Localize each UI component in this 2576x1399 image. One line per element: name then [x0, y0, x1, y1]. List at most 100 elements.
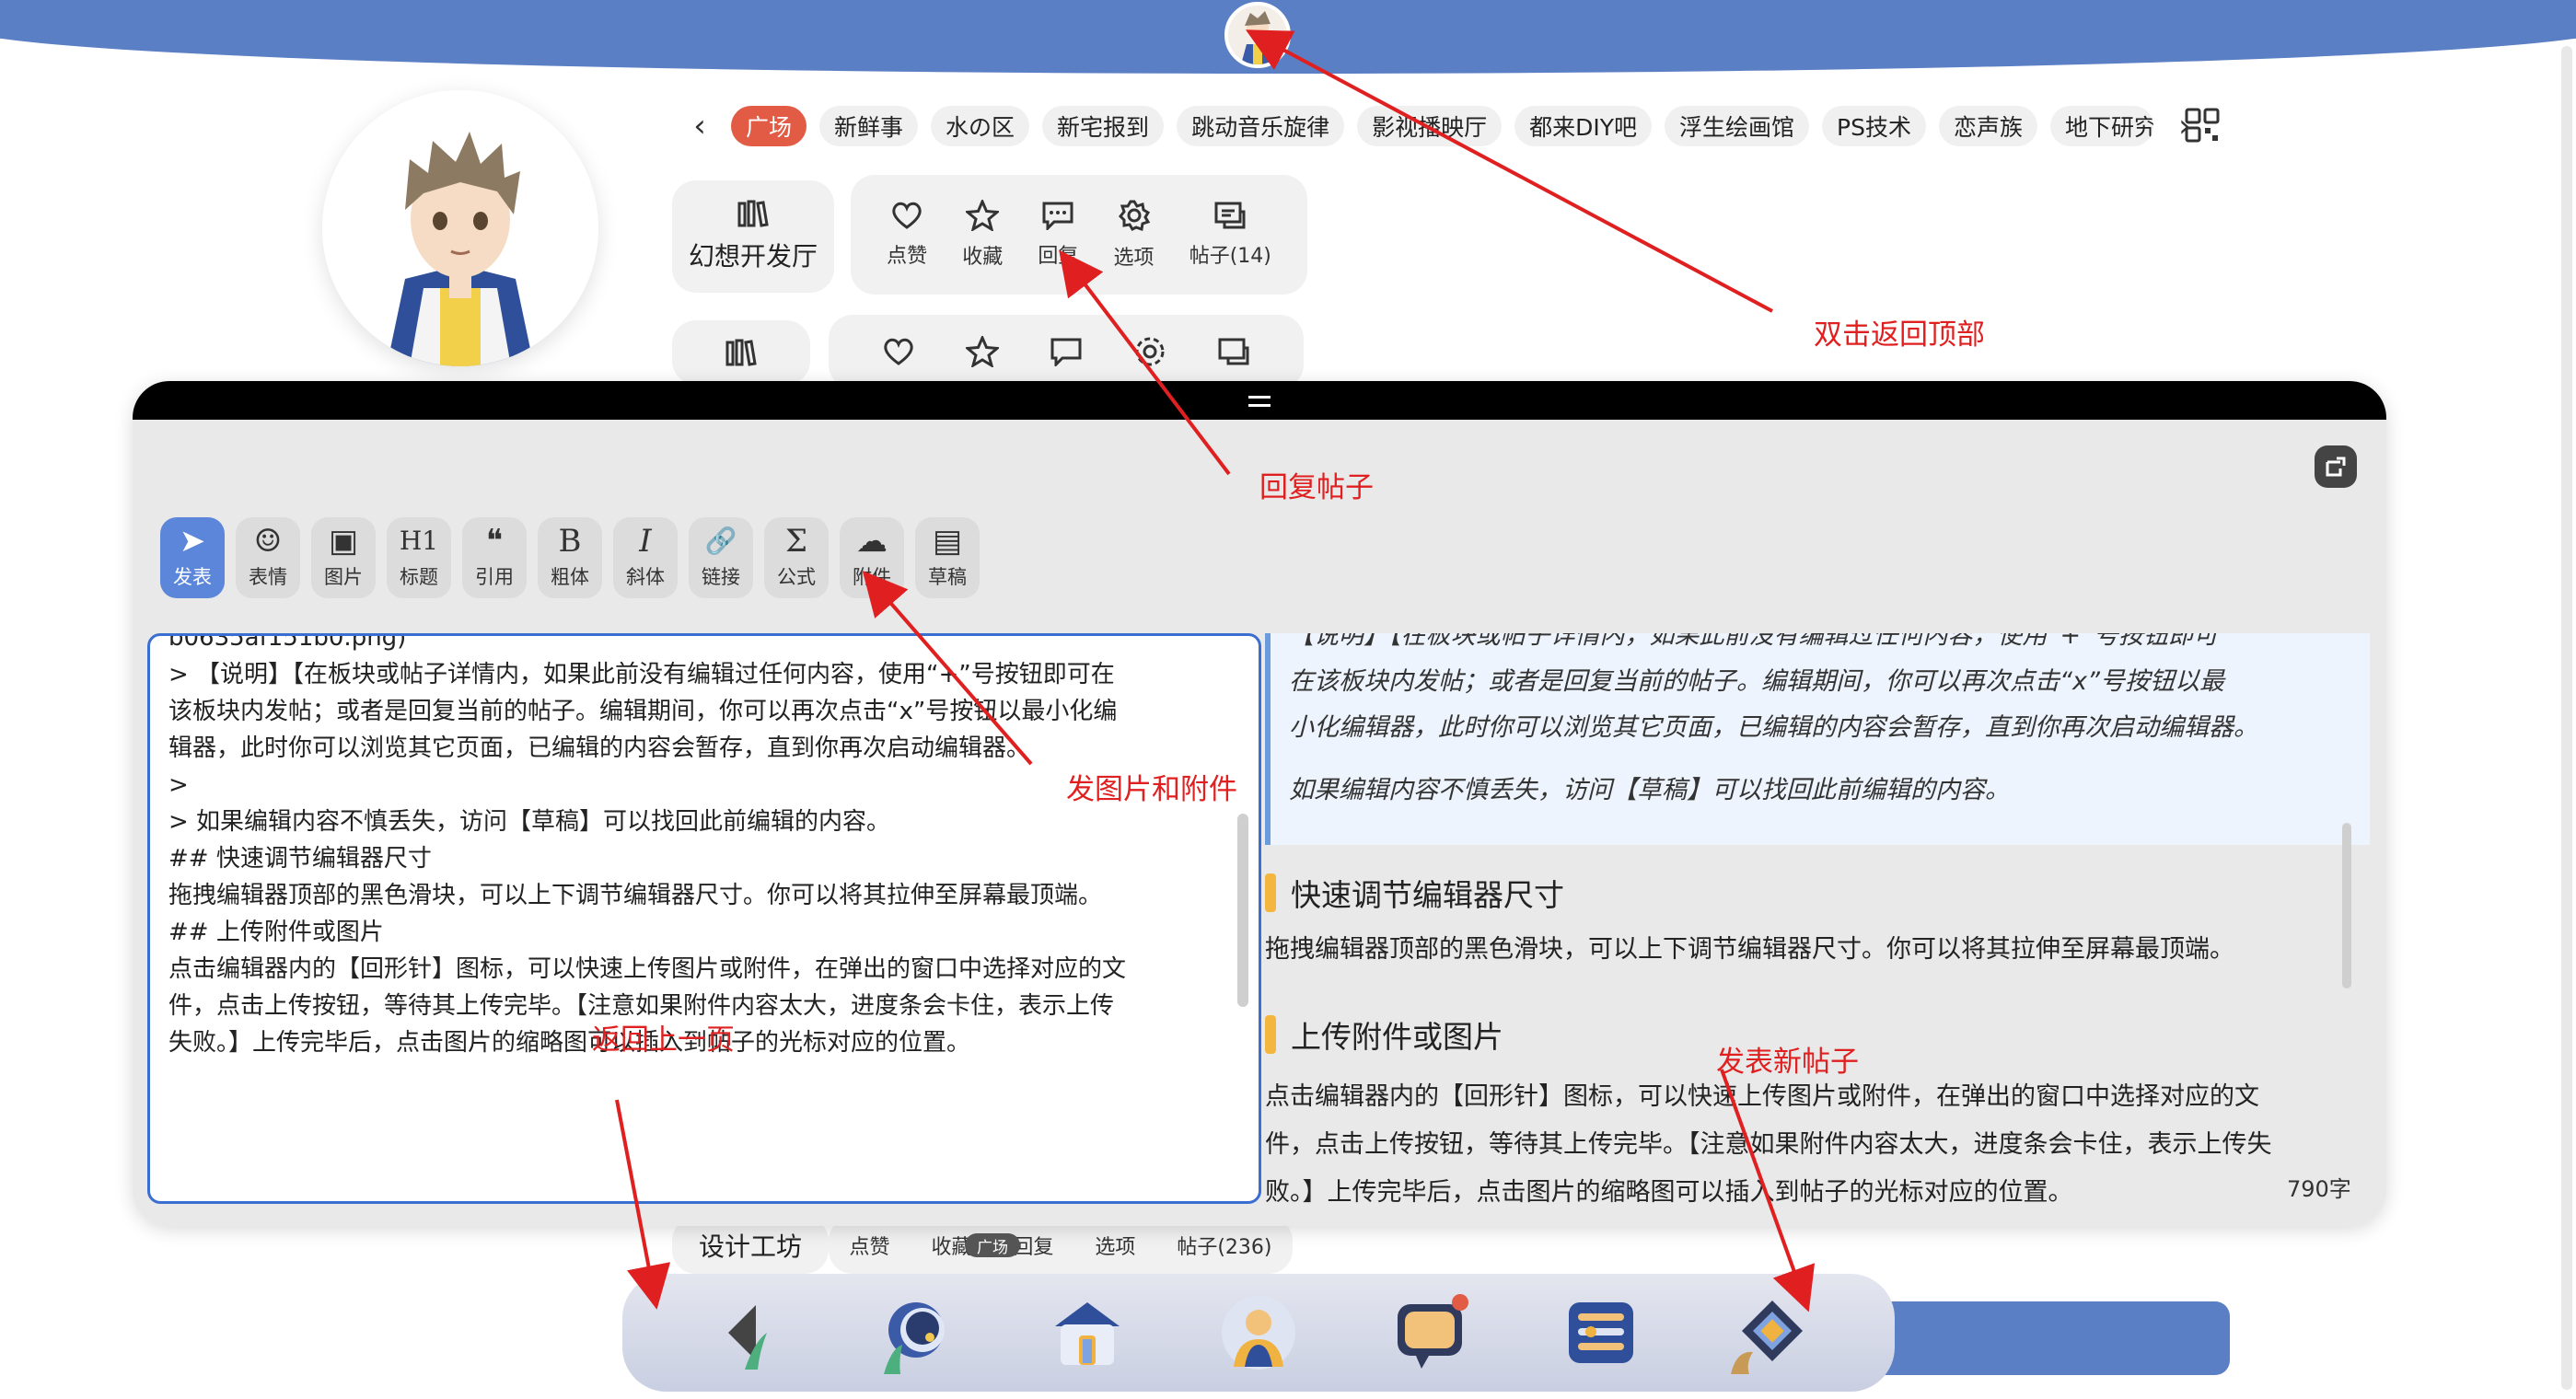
drafts-button[interactable]: ▤ 草稿 — [915, 517, 980, 598]
heading-button[interactable]: H1 标题 — [387, 517, 451, 598]
publish-button[interactable]: ➤ 发表 — [160, 517, 225, 598]
image-label: 图片 — [324, 566, 363, 588]
drafts-label: 草稿 — [928, 566, 967, 588]
preview-scrollbar[interactable] — [2342, 823, 2351, 989]
tab-diy[interactable]: 都来DIY吧 — [1514, 106, 1652, 146]
preview-heading: 上传附件或图片 — [1265, 1012, 1503, 1057]
options-button[interactable]: 选项 — [1114, 199, 1155, 271]
heart-icon[interactable] — [882, 337, 915, 366]
favorite-button[interactable]: 收藏 — [962, 200, 1003, 270]
emoji-icon: ☺ — [253, 523, 283, 560]
quote-button[interactable]: ❝ 引用 — [462, 517, 527, 598]
chat-icon — [1398, 1294, 1468, 1369]
formula-label: 公式 — [777, 566, 816, 588]
annotation-new-post: 发表新帖子 — [1716, 1046, 1859, 1079]
like-button[interactable]: 点赞 — [887, 201, 927, 269]
library-icon — [737, 200, 769, 227]
annotation-reply-post: 回复帖子 — [1259, 471, 1374, 504]
user-avatar[interactable] — [322, 90, 598, 366]
tab-film[interactable]: 影视播映厅 — [1357, 106, 1503, 146]
tabs-prev-button[interactable]: ‹ — [681, 106, 718, 146]
posts-button[interactable]: 帖子(14) — [1189, 201, 1271, 269]
bottom-dock — [622, 1274, 1895, 1392]
editor-line: ## 快速调节编辑器尺寸 — [168, 845, 432, 873]
comment-icon — [1042, 202, 1073, 230]
board-card[interactable] — [672, 320, 810, 385]
preview-blockquote: 【说明】【在板块或帖子详情内，如果此前没有编辑过任何内容，使用“+”号按钮即可 … — [1265, 633, 2370, 845]
preview-heading: 快速调节编辑器尺寸 — [1265, 871, 1564, 915]
publish-label: 发表 — [173, 566, 212, 588]
markdown-editor-input[interactable]: b0635af151b0.png) > 【说明】【在板块或帖子详情内，如果此前没… — [147, 633, 1261, 1204]
editor-scrollbar[interactable] — [1237, 814, 1248, 1007]
options-label[interactable]: 选项 — [1095, 1231, 1135, 1260]
header-avatar[interactable] — [1224, 2, 1291, 68]
quote-line: 在该板块内发帖；或者是回复当前的帖子。编辑期间，你可以再次点击“x”号按钮以最 — [1289, 667, 2224, 696]
attachment-button[interactable]: ☁ 附件 — [840, 517, 904, 598]
home-icon — [1055, 1302, 1120, 1365]
annotation-go-back: 返回上一页 — [592, 1023, 735, 1057]
tab-underground[interactable]: 地下研究 — [2049, 106, 2153, 146]
settings-button[interactable] — [1557, 1289, 1645, 1377]
heading-bar — [1265, 873, 1276, 912]
avatar-character-icon — [322, 90, 598, 366]
formula-button[interactable]: Σ 公式 — [764, 517, 829, 598]
minimize-editor-button[interactable] — [2315, 445, 2357, 488]
tab-painting[interactable]: 浮生绘画馆 — [1665, 106, 1810, 146]
emoji-button[interactable]: ☺ 表情 — [236, 517, 300, 598]
posts-label: 帖子(14) — [1189, 245, 1271, 268]
link-button[interactable]: 🔗 链接 — [689, 517, 753, 598]
quote-line: 小化编辑器，此时你可以浏览其它页面，已编辑的内容会暂存，直到你再次启动编辑器。 — [1289, 713, 2258, 742]
options-label: 选项 — [1113, 247, 1155, 270]
cloud-upload-icon: ☁ — [856, 523, 888, 560]
grid-menu-icon[interactable] — [2184, 107, 2221, 144]
posts-icon[interactable] — [1217, 337, 1250, 366]
quote-icon: ❝ — [485, 523, 504, 560]
board-actions — [829, 315, 1304, 388]
messages-button[interactable] — [1386, 1289, 1474, 1377]
annotation-attachments: 发图片和附件 — [1066, 773, 1237, 806]
emoji-label: 表情 — [249, 566, 287, 588]
compose-post-button[interactable] — [1728, 1289, 1816, 1377]
tab-ps[interactable]: PS技术 — [1822, 106, 1926, 146]
italic-label: 斜体 — [626, 566, 665, 588]
back-button[interactable] — [701, 1289, 789, 1377]
bold-button[interactable]: B 粗体 — [538, 517, 602, 598]
editor-line: 点击编辑器内的【回形针】图标，可以快速上传图片或附件，在弹出的窗口中选择对应的文 — [168, 955, 1127, 983]
board-card[interactable]: 幻想开发厅 — [672, 180, 834, 293]
dock-tooltip: 广场 — [965, 1233, 1020, 1257]
profile-button[interactable] — [1214, 1289, 1303, 1377]
italic-button[interactable]: I 斜体 — [613, 517, 678, 598]
page-scrollbar[interactable] — [2561, 46, 2572, 1390]
markdown-preview: 【说明】【在板块或帖子详情内，如果此前没有编辑过任何内容，使用“+”号按钮即可 … — [1265, 633, 2370, 1204]
tab-voice[interactable]: 恋声族 — [1938, 106, 2037, 146]
avatar-character-icon — [1241, 11, 1274, 64]
settings-icon — [1569, 1302, 1633, 1363]
quote-line: 【说明】【在板块或帖子详情内，如果此前没有编辑过任何内容，使用“+”号按钮即可 — [1289, 633, 2219, 650]
star-icon — [966, 200, 1000, 231]
tab-plaza[interactable]: 广场 — [731, 106, 807, 146]
like-label: 点赞 — [887, 245, 928, 268]
drag-handle-icon[interactable] — [1248, 396, 1271, 407]
like-label[interactable]: 点赞 — [849, 1231, 889, 1260]
home-button[interactable] — [1043, 1289, 1131, 1377]
planet-button[interactable] — [872, 1289, 960, 1377]
posts-label[interactable]: 帖子(236) — [1177, 1231, 1271, 1260]
gear-icon[interactable] — [1133, 335, 1166, 368]
editor-line: > 【说明】【在板块或帖子详情内，如果此前没有编辑过任何内容，使用“+”号按钮即… — [168, 661, 1115, 688]
tab-music[interactable]: 跳动音乐旋律 — [1177, 106, 1345, 146]
quote-line: 如果编辑内容不慎丢失，访问【草稿】可以找回此前编辑的内容。 — [1289, 776, 2010, 804]
profile-icon — [1222, 1296, 1295, 1370]
bold-label: 粗体 — [551, 566, 589, 588]
comment-icon[interactable] — [1050, 337, 1083, 366]
library-icon — [725, 339, 757, 366]
reply-button[interactable]: 回复 — [1038, 201, 1078, 269]
heading-bar — [1265, 1015, 1276, 1054]
tab-new-members[interactable]: 新宅报到 — [1042, 106, 1165, 146]
image-button[interactable]: ▣ 图片 — [311, 517, 376, 598]
tab-water-zone[interactable]: 水の区 — [931, 106, 1030, 146]
star-icon[interactable] — [965, 336, 999, 367]
italic-icon: I — [639, 523, 652, 560]
heading-icon: H1 — [399, 526, 439, 556]
tab-news[interactable]: 新鲜事 — [819, 106, 919, 146]
gear-icon — [1118, 200, 1150, 231]
